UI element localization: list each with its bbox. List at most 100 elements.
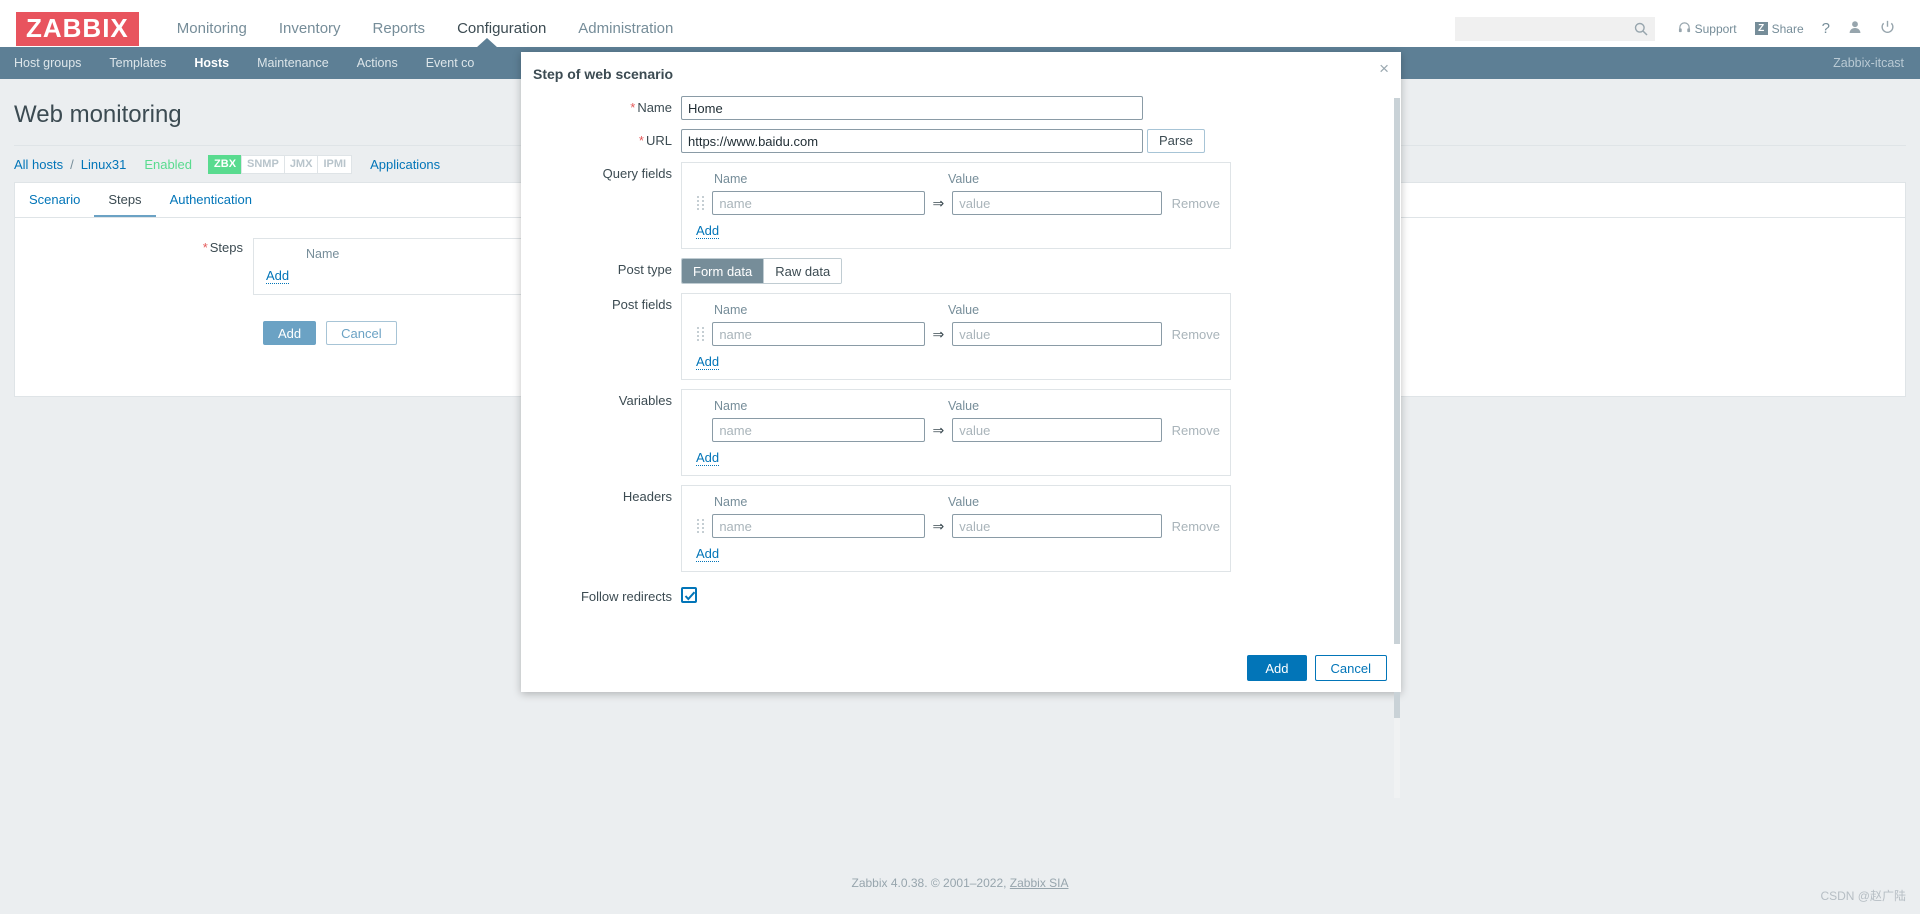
- tag-jmx[interactable]: JMX: [283, 155, 318, 174]
- close-icon[interactable]: ×: [1379, 60, 1389, 77]
- query-col-value: Value: [948, 172, 980, 186]
- page-add-button[interactable]: Add: [263, 321, 317, 345]
- arrow-right-icon: ⇒: [932, 194, 945, 211]
- share-z-icon: Z: [1754, 22, 1768, 35]
- tag-ipmi[interactable]: IPMI: [317, 155, 353, 174]
- check-icon: [684, 591, 696, 601]
- headers-row: Headers Name Value ⇒ Remove Add: [521, 485, 1401, 572]
- subnav-item-event-correlation[interactable]: Event co: [412, 47, 489, 79]
- power-icon: [1880, 20, 1895, 38]
- subnav-item-host-groups[interactable]: Host groups: [0, 47, 95, 79]
- search-input[interactable]: [1460, 17, 1631, 40]
- headers-table: Name Value ⇒ Remove Add: [681, 485, 1231, 572]
- drag-handle-icon[interactable]: [696, 325, 706, 343]
- share-link[interactable]: Z Share: [1746, 22, 1813, 36]
- tab-steps[interactable]: Steps: [94, 183, 156, 217]
- dialog-cancel-button[interactable]: Cancel: [1314, 655, 1387, 681]
- footer-version: Zabbix 4.0.38. © 2001–2022,: [851, 876, 1010, 890]
- breadcrumb-host[interactable]: Linux31: [81, 157, 127, 172]
- post-fields-add-wrap: Add: [696, 355, 1220, 370]
- tab-scenario[interactable]: Scenario: [15, 183, 94, 217]
- query-field-name-input[interactable]: [712, 191, 925, 215]
- query-field-value-input[interactable]: [952, 191, 1162, 215]
- watermark: CSDN @赵广陆: [1820, 889, 1906, 903]
- search-icon: [1634, 22, 1648, 39]
- header-value-input[interactable]: [952, 514, 1162, 538]
- required-asterisk: *: [202, 240, 208, 255]
- search-box[interactable]: [1454, 16, 1655, 41]
- footer-link-zabbix-sia[interactable]: Zabbix SIA: [1010, 876, 1069, 890]
- query-field-row: ⇒ Remove: [696, 191, 1220, 215]
- variables-row: Variables Name Value ⇒ Remove Add: [521, 389, 1401, 476]
- drag-handle-icon[interactable]: [696, 194, 706, 212]
- variables-header: Name Value: [696, 399, 1220, 413]
- variables-label: Variables: [618, 393, 672, 408]
- name-row: * Name: [521, 96, 1401, 120]
- drag-handle-icon[interactable]: [696, 517, 706, 535]
- headers-add-link[interactable]: Add: [696, 547, 720, 562]
- user-profile-button[interactable]: [1839, 20, 1871, 37]
- dialog-title: Step of web scenario: [533, 66, 674, 82]
- breadcrumb-all-hosts[interactable]: All hosts: [14, 157, 63, 172]
- name-input[interactable]: [681, 96, 1143, 120]
- breadcrumb-applications[interactable]: Applications: [370, 157, 440, 172]
- breadcrumb-separator: /: [70, 157, 74, 172]
- post-field-row: ⇒ Remove: [696, 322, 1220, 346]
- tag-snmp[interactable]: SNMP: [241, 155, 284, 174]
- steps-label: * Steps: [202, 240, 243, 255]
- steps-add-link[interactable]: Add: [266, 269, 290, 284]
- variables-add-link[interactable]: Add: [696, 451, 720, 466]
- post-field-name-input[interactable]: [712, 322, 925, 346]
- parse-button[interactable]: Parse: [1147, 129, 1205, 153]
- url-input[interactable]: [681, 129, 1143, 153]
- follow-redirects-row: Follow redirects: [521, 585, 1401, 604]
- step-of-web-scenario-dialog: Step of web scenario × *Name *URL Parse: [521, 52, 1401, 798]
- post-field-remove-link[interactable]: Remove: [1172, 327, 1220, 342]
- subnav-item-actions[interactable]: Actions: [343, 47, 412, 79]
- app-root: ZABBIX Monitoring Inventory Reports Conf…: [0, 0, 1920, 914]
- post-fields-label: Post fields: [612, 297, 672, 312]
- post-type-toggle: Form data Raw data: [681, 258, 843, 284]
- zabbix-logo[interactable]: ZABBIX: [16, 11, 139, 46]
- query-field-remove-link[interactable]: Remove: [1172, 196, 1220, 211]
- user-icon: [1848, 20, 1862, 37]
- subnav-item-maintenance[interactable]: Maintenance: [243, 47, 343, 79]
- host-status-enabled[interactable]: Enabled: [144, 157, 192, 172]
- header-name-input[interactable]: [712, 514, 925, 538]
- arrow-right-icon: ⇒: [932, 325, 945, 342]
- arrow-right-icon: ⇒: [932, 421, 945, 438]
- name-label: * Name: [630, 100, 672, 115]
- variable-name-input[interactable]: [712, 418, 925, 442]
- page-footer: Zabbix 4.0.38. © 2001–2022, Zabbix SIA: [0, 876, 1920, 890]
- query-fields-add-link[interactable]: Add: [696, 224, 720, 239]
- subnav-item-templates[interactable]: Templates: [95, 47, 180, 79]
- headers-col-value: Value: [948, 495, 980, 509]
- dialog-add-button[interactable]: Add: [1247, 655, 1307, 681]
- required-asterisk: *: [630, 100, 636, 115]
- variable-remove-link[interactable]: Remove: [1172, 423, 1220, 438]
- logout-button[interactable]: [1871, 20, 1904, 38]
- header-remove-link[interactable]: Remove: [1172, 519, 1220, 534]
- support-link[interactable]: Support: [1669, 21, 1746, 37]
- breadcrumb: All hosts / Linux31 Enabled ZBX SNMP JMX…: [14, 155, 440, 174]
- help-link[interactable]: ?: [1813, 20, 1839, 37]
- tag-zbx[interactable]: ZBX: [208, 155, 242, 174]
- page-cancel-button[interactable]: Cancel: [326, 321, 397, 345]
- post-fields-table: Name Value ⇒ Remove Add: [681, 293, 1231, 380]
- post-field-value-input[interactable]: [952, 322, 1162, 346]
- server-name-label: Zabbix-itcast: [1833, 56, 1904, 70]
- post-type-raw-data-button[interactable]: Raw data: [764, 259, 842, 283]
- required-asterisk: *: [638, 133, 644, 148]
- subnav-item-hosts[interactable]: Hosts: [180, 47, 243, 79]
- follow-redirects-checkbox[interactable]: [681, 587, 697, 603]
- support-label: Support: [1694, 21, 1737, 36]
- headers-col-name: Name: [714, 495, 748, 509]
- query-fields-table: Name Value ⇒ Remove Add: [681, 162, 1231, 249]
- query-fields-row: Query fields Name Value ⇒ Remove Add: [521, 162, 1401, 249]
- post-fields-add-link[interactable]: Add: [696, 355, 720, 370]
- post-fields-row: Post fields Name Value ⇒ Remove Add: [521, 293, 1401, 380]
- variable-value-input[interactable]: [952, 418, 1162, 442]
- query-fields-label: Query fields: [602, 166, 672, 181]
- tab-authentication[interactable]: Authentication: [156, 183, 266, 217]
- post-type-form-data-button[interactable]: Form data: [682, 259, 765, 283]
